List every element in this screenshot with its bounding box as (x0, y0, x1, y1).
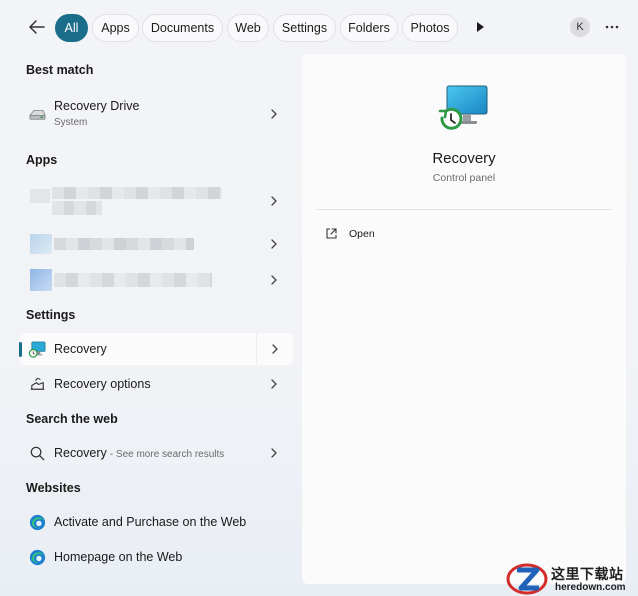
filter-tab-web[interactable]: Web (227, 14, 269, 42)
filter-tab-apps[interactable]: Apps (92, 14, 139, 42)
watermark-logo-icon (506, 563, 548, 595)
web-search-label: Recovery - See more search results (54, 446, 224, 460)
chevron-right-icon[interactable] (268, 447, 280, 459)
chevron-right-icon[interactable] (268, 108, 280, 120)
chevron-right-icon[interactable] (268, 238, 280, 250)
preview-title: Recovery (432, 150, 496, 167)
filter-tab-settings[interactable]: Settings (273, 14, 336, 42)
selection-indicator (19, 342, 22, 357)
recovery-options-icon (30, 378, 45, 390)
search-filter-bar: All Apps Documents Web Settings Folders … (0, 0, 638, 54)
search-icon (30, 446, 45, 461)
filter-tab-folders[interactable]: Folders (340, 14, 398, 42)
site-watermark: 这里下载站 heredown.com (505, 560, 638, 596)
section-header-settings: Settings (26, 308, 76, 322)
drive-icon (29, 110, 46, 120)
filter-tab-photos[interactable]: Photos (402, 14, 458, 42)
section-header-best-match: Best match (26, 63, 94, 77)
filter-tab-all[interactable]: All (55, 14, 88, 42)
recovery-monitor-icon (438, 85, 488, 131)
open-external-icon (326, 228, 337, 239)
avatar[interactable]: K (570, 17, 590, 37)
edge-icon (29, 549, 46, 566)
app-result-blurred-2[interactable] (20, 228, 293, 262)
app-result-blurred-3[interactable] (20, 263, 293, 297)
recovery-monitor-icon (28, 341, 46, 358)
web-search-query: Recovery (54, 446, 107, 460)
expand-button[interactable] (256, 333, 294, 365)
best-match-recovery-drive[interactable]: Recovery Drive System (20, 94, 293, 134)
section-header-apps: Apps (26, 153, 58, 167)
chevron-right-icon[interactable] (268, 274, 280, 286)
back-arrow-icon[interactable] (26, 16, 48, 38)
best-match-title: Recovery Drive (54, 99, 140, 113)
divider (316, 209, 612, 210)
edge-icon (29, 514, 46, 531)
section-header-websites: Websites (26, 481, 81, 495)
website-item-activate[interactable]: Activate and Purchase on the Web (20, 506, 293, 538)
preview-pane: Recovery Control panel Open (302, 54, 626, 584)
best-match-subtitle: System (54, 117, 88, 128)
chevron-right-icon[interactable] (269, 343, 281, 355)
filter-tab-documents[interactable]: Documents (142, 14, 223, 42)
watermark-text-en: heredown.com (555, 582, 626, 593)
settings-item-label: Recovery (54, 342, 107, 356)
preview-subtitle: Control panel (432, 172, 496, 184)
website-item-label: Activate and Purchase on the Web (54, 515, 247, 529)
website-item-label: Homepage on the Web (54, 550, 183, 564)
chevron-right-icon[interactable] (268, 378, 280, 390)
web-search-recovery[interactable]: Recovery - See more search results (20, 437, 293, 469)
open-action-button[interactable]: Open (320, 222, 440, 246)
settings-item-recovery[interactable]: Recovery (19, 333, 294, 365)
open-action-label: Open (349, 228, 375, 240)
chevron-right-icon[interactable] (268, 195, 280, 207)
section-header-search-web: Search the web (26, 412, 118, 426)
settings-item-label: Recovery options (54, 377, 151, 391)
app-result-blurred-1[interactable] (20, 185, 293, 219)
website-item-homepage[interactable]: Homepage on the Web (20, 541, 293, 573)
watermark-text-cn: 这里下载站 (551, 566, 624, 582)
more-options-icon[interactable] (602, 17, 622, 37)
play-more-icon[interactable] (473, 20, 487, 34)
settings-item-recovery-options[interactable]: Recovery options (20, 368, 293, 400)
web-search-hint: - See more search results (109, 449, 225, 460)
